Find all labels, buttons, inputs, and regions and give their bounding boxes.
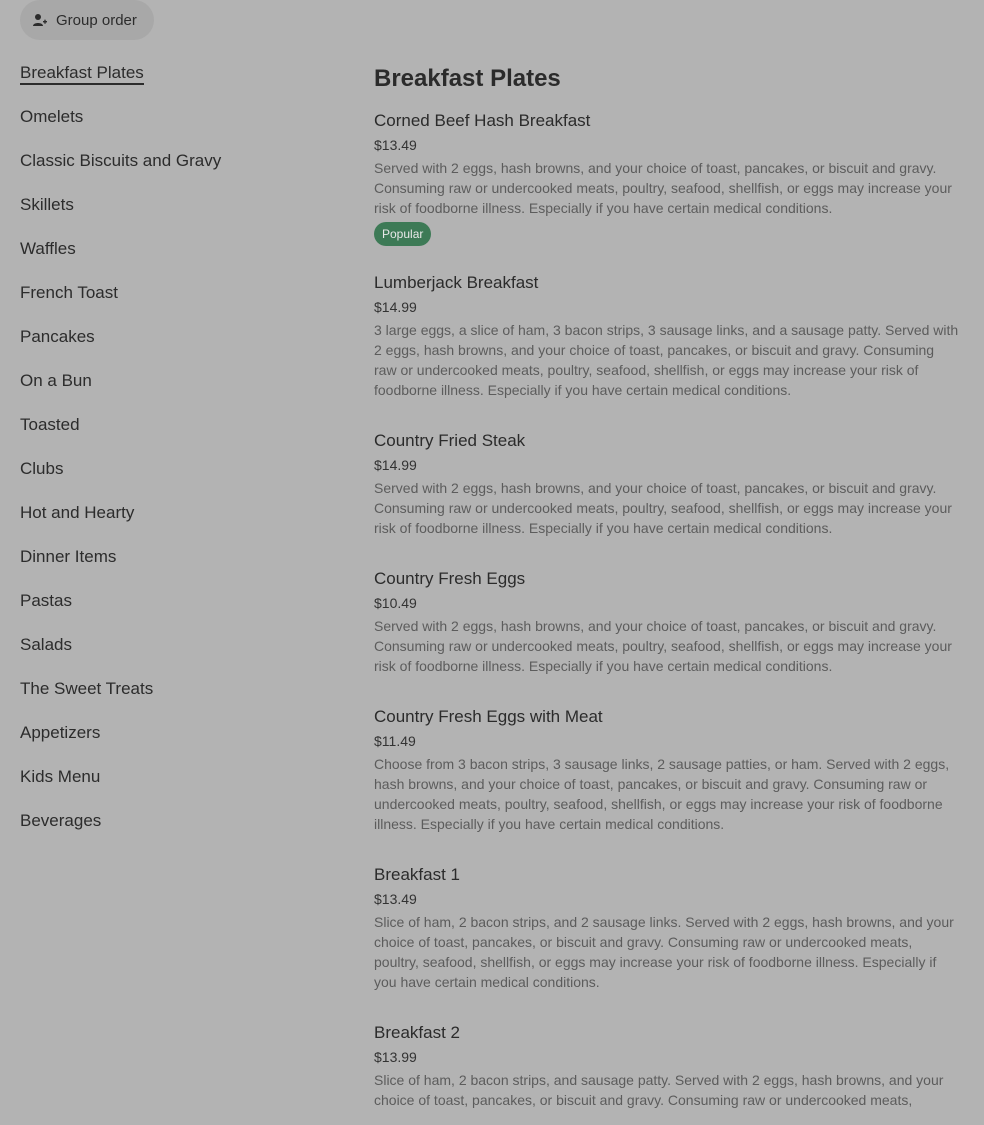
sidebar-item-omelets[interactable]: Omelets <box>20 102 340 146</box>
menu-item-name: Country Fresh Eggs <box>374 569 526 588</box>
sidebar-item-toasted[interactable]: Toasted <box>20 410 340 454</box>
menu-item-description: 3 large eggs, a slice of ham, 3 bacon st… <box>374 322 959 398</box>
menu-item[interactable]: Country Fresh Eggs with Meat $11.49 Choo… <box>374 706 959 834</box>
sidebar-item-appetizers[interactable]: Appetizers <box>20 718 340 762</box>
menu-item-description: Served with 2 eggs, hash browns, and you… <box>374 480 952 536</box>
sidebar-item-classic-biscuits-and-gravy[interactable]: Classic Biscuits and Gravy <box>20 146 340 190</box>
menu-item-description: Slice of ham, 2 bacon strips, and 2 saus… <box>374 914 954 990</box>
sidebar-item-on-a-bun[interactable]: On a Bun <box>20 366 340 410</box>
sidebar-item-clubs[interactable]: Clubs <box>20 454 340 498</box>
sidebar-item-beverages[interactable]: Beverages <box>20 806 340 850</box>
sidebar-item-salads[interactable]: Salads <box>20 630 340 674</box>
sidebar-item-french-toast[interactable]: French Toast <box>20 278 340 322</box>
sidebar-item-skillets[interactable]: Skillets <box>20 190 340 234</box>
menu-section: Breakfast Plates Corned Beef Hash Breakf… <box>374 62 959 1110</box>
menu-item-description: Served with 2 eggs, hash browns, and you… <box>374 618 952 674</box>
menu-item-name: Corned Beef Hash Breakfast <box>374 111 591 130</box>
group-order-label: Group order <box>56 11 137 29</box>
sidebar-item-the-sweet-treats[interactable]: The Sweet Treats <box>20 674 340 718</box>
menu-item-price: $13.49 <box>374 137 417 153</box>
sidebar-item-dinner-items[interactable]: Dinner Items <box>20 542 340 586</box>
menu-item-price: $13.49 <box>374 891 417 907</box>
menu-item-price: $14.99 <box>374 457 417 473</box>
category-sidebar: Breakfast Plates Omelets Classic Biscuit… <box>20 58 340 850</box>
menu-item-price: $14.99 <box>374 299 417 315</box>
popular-badge: Popular <box>374 222 432 246</box>
menu-item-price: $13.99 <box>374 1049 417 1065</box>
menu-item-name: Breakfast 2 <box>374 1023 460 1042</box>
menu-item-price: $10.49 <box>374 595 417 611</box>
sidebar-item-waffles[interactable]: Waffles <box>20 234 340 278</box>
person-add-icon <box>32 12 48 28</box>
sidebar-item-hot-and-hearty[interactable]: Hot and Hearty <box>20 498 340 542</box>
menu-item-price: $11.49 <box>374 733 416 749</box>
group-order-button[interactable]: Group order <box>20 0 154 40</box>
menu-item-name: Country Fresh Eggs with Meat <box>374 707 603 726</box>
menu-item-name: Breakfast 1 <box>374 865 460 884</box>
menu-item-name: Country Fried Steak <box>374 431 526 450</box>
sidebar-item-kids-menu[interactable]: Kids Menu <box>20 762 340 806</box>
menu-item[interactable]: Country Fried Steak $14.99 Served with 2… <box>374 430 959 538</box>
sidebar-item-pastas[interactable]: Pastas <box>20 586 340 630</box>
sidebar-item-breakfast-plates[interactable]: Breakfast Plates <box>20 58 340 102</box>
menu-item[interactable]: Lumberjack Breakfast $14.99 3 large eggs… <box>374 272 959 400</box>
section-title: Breakfast Plates <box>374 65 561 92</box>
sidebar-item-pancakes[interactable]: Pancakes <box>20 322 340 366</box>
menu-item-name: Lumberjack Breakfast <box>374 273 539 292</box>
menu-item[interactable]: Breakfast 1 $13.49 Slice of ham, 2 bacon… <box>374 864 959 992</box>
menu-item-description: Slice of ham, 2 bacon strips, and sausag… <box>374 1072 944 1108</box>
menu-item-description: Choose from 3 bacon strips, 3 sausage li… <box>374 756 950 832</box>
menu-item[interactable]: Country Fresh Eggs $10.49 Served with 2 … <box>374 568 959 676</box>
menu-item[interactable]: Breakfast 2 $13.99 Slice of ham, 2 bacon… <box>374 1022 959 1110</box>
menu-item[interactable]: Corned Beef Hash Breakfast $13.49 Served… <box>374 110 959 246</box>
menu-item-description: Served with 2 eggs, hash browns, and you… <box>374 160 952 216</box>
